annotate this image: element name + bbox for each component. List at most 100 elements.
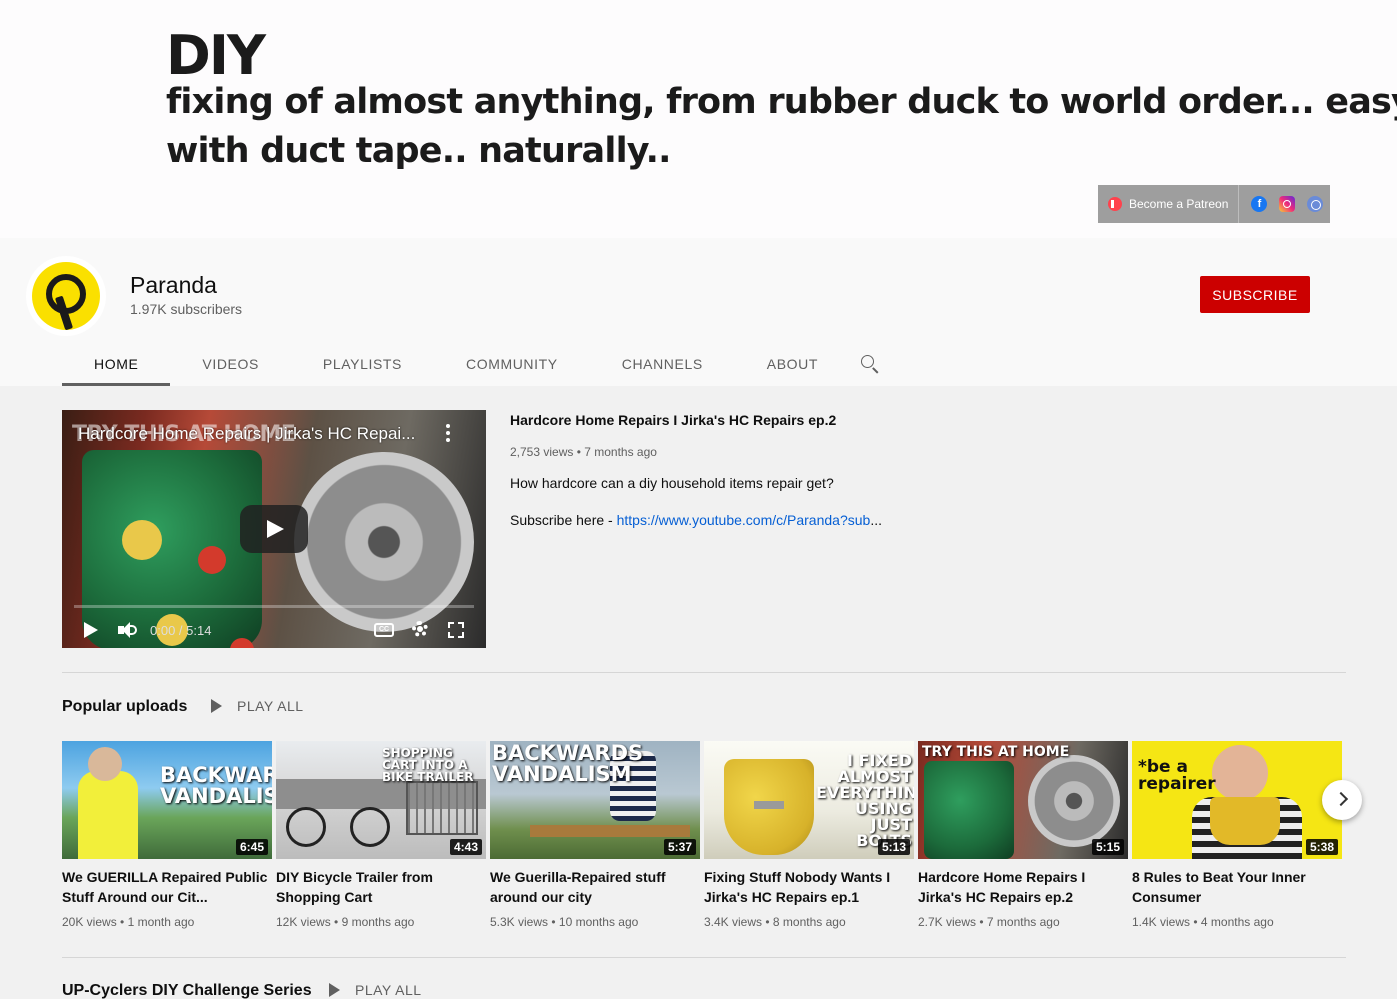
meta-separator: •	[330, 915, 342, 929]
links-divider	[1238, 185, 1240, 223]
tab-videos[interactable]: VIDEOS	[170, 342, 291, 386]
video-age: 8 months ago	[772, 915, 846, 929]
shelf-next-arrow-icon[interactable]	[1322, 780, 1362, 820]
channel-banner: DIY fixing of almost anything, from rubb…	[0, 0, 1397, 238]
banner-tagline-line1: fixing of almost anything, from rubber d…	[166, 82, 1397, 122]
fullscreen-icon[interactable]	[448, 622, 464, 638]
video-title[interactable]: We Guerilla-Repaired stuff around our ci…	[490, 867, 700, 907]
meta-separator: •	[116, 915, 128, 929]
section-divider	[62, 957, 1346, 958]
play-all-button[interactable]: PLAY ALL	[211, 698, 304, 714]
progress-bar[interactable]	[74, 605, 474, 608]
video-duration: 4:43	[449, 839, 482, 855]
video-views: 3.4K views	[704, 915, 763, 929]
video-thumbnail[interactable]: BACKWARDS VANDALISM 6:45	[62, 741, 272, 859]
settings-gear-icon[interactable]	[412, 621, 428, 637]
video-thumbnail[interactable]: I FIXED ALMOST EVERYTHING USING JUST BOL…	[704, 741, 914, 859]
tab-home[interactable]: HOME	[62, 342, 171, 386]
video-thumbnail[interactable]: TRY THIS AT HOME 5:15	[918, 741, 1128, 859]
play-all-label: PLAY ALL	[355, 982, 422, 998]
subscribe-button[interactable]: SUBSCRIBE	[1200, 276, 1310, 313]
video-views: 5.3K views	[490, 915, 549, 929]
channel-name: Paranda	[130, 272, 217, 298]
play-all-icon	[211, 699, 222, 713]
video-title[interactable]: 8 Rules to Beat Your Inner Consumer	[1132, 867, 1342, 907]
meta-separator: •	[548, 915, 559, 929]
thumbnail-text: I FIXED ALMOST EVERYTHING USING JUST BOL…	[816, 751, 914, 849]
meta-separator: •	[762, 915, 773, 929]
featured-video-player[interactable]: TRY THIS AT HOME Hardcore Home Repairs |…	[62, 410, 486, 648]
video-age: 4 months ago	[1200, 915, 1274, 929]
video-duration: 5:37	[663, 839, 696, 855]
patreon-icon	[1108, 197, 1122, 211]
play-all-button[interactable]: PLAY ALL	[329, 982, 422, 998]
subscribe-ellipsis: ...	[870, 512, 882, 528]
video-card[interactable]: I FIXED ALMOST EVERYTHING USING JUST BOL…	[704, 741, 914, 929]
shelf-title-upcyclers[interactable]: UP-Cyclers DIY Challenge Series	[62, 982, 312, 999]
video-card[interactable]: BACKWARDS VANDALISM 5:37 We Guerilla-Rep…	[490, 741, 700, 929]
video-meta: 2.7K views • 7 months ago	[918, 915, 1128, 929]
banner-tagline-line2: with duct tape.. naturally..	[166, 131, 671, 171]
shelf-title-popular[interactable]: Popular uploads	[62, 698, 187, 716]
large-play-button[interactable]	[240, 505, 308, 553]
featured-video-title[interactable]: Hardcore Home Repairs I Jirka's HC Repai…	[510, 412, 1010, 428]
subscribe-link[interactable]: https://www.youtube.com/c/Paranda?sub	[617, 512, 871, 528]
video-thumbnail[interactable]: BACKWARDS VANDALISM 5:37	[490, 741, 700, 859]
banner-links: Become a Patreon f	[1098, 185, 1330, 223]
video-views: 12K views	[276, 915, 331, 929]
video-duration: 5:13	[877, 839, 910, 855]
video-duration: 5:15	[1091, 839, 1124, 855]
channel-avatar[interactable]	[26, 256, 106, 336]
banner-heading: DIY	[166, 24, 266, 87]
patreon-link[interactable]: Become a Patreon	[1098, 185, 1238, 223]
popular-uploads-row: BACKWARDS VANDALISM 6:45 We GUERILLA Rep…	[62, 741, 1352, 941]
video-age: 7 months ago	[986, 915, 1060, 929]
thumbnail-text: *be a repairer	[1138, 757, 1216, 794]
volume-icon[interactable]	[118, 622, 138, 638]
subscriber-count: 1.97K subscribers	[130, 301, 243, 317]
time-display: 0:00 / 5:14	[150, 623, 212, 638]
play-all-label: PLAY ALL	[237, 698, 304, 714]
video-card[interactable]: *be a repairer 5:38 8 Rules to Beat Your…	[1132, 741, 1342, 929]
video-title[interactable]: DIY Bicycle Trailer from Shopping Cart	[276, 867, 486, 907]
player-title[interactable]: Hardcore Home Repairs | Jirka's HC Repai…	[78, 424, 415, 444]
website-icon[interactable]	[1307, 196, 1324, 212]
video-title[interactable]: Fixing Stuff Nobody Wants I Jirka's HC R…	[704, 867, 914, 907]
video-meta: 3.4K views • 8 months ago	[704, 915, 914, 929]
play-icon[interactable]	[84, 622, 98, 638]
instagram-icon[interactable]	[1279, 196, 1296, 212]
video-meta: 1.4K views • 4 months ago	[1132, 915, 1342, 929]
channel-header: Paranda 1.97K subscribers SUBSCRIBE HOME…	[0, 238, 1397, 386]
video-title[interactable]: We GUERILLA Repaired Public Stuff Around…	[62, 867, 272, 907]
thumbnail-text: TRY THIS AT HOME	[922, 744, 1070, 760]
tab-channels[interactable]: CHANNELS	[590, 342, 735, 386]
tab-about[interactable]: ABOUT	[735, 342, 850, 386]
thumbnail-text: SHOPPING CART INTO A BIKE TRAILER	[382, 746, 474, 784]
video-card[interactable]: BACKWARDS VANDALISM 6:45 We GUERILLA Rep…	[62, 741, 272, 929]
subscribe-prefix: Subscribe here -	[510, 512, 617, 528]
video-thumbnail[interactable]: *be a repairer 5:38	[1132, 741, 1342, 859]
video-age: 9 months ago	[341, 915, 415, 929]
video-duration: 6:45	[235, 839, 268, 855]
video-views: 1.4K views	[1132, 915, 1191, 929]
video-thumbnail[interactable]: SHOPPING CART INTO A BIKE TRAILER 4:43	[276, 741, 486, 859]
facebook-icon[interactable]: f	[1251, 196, 1268, 212]
video-card[interactable]: SHOPPING CART INTO A BIKE TRAILER 4:43 D…	[276, 741, 486, 929]
video-meta: 5.3K views • 10 months ago	[490, 915, 700, 929]
video-title[interactable]: Hardcore Home Repairs I Jirka's HC Repai…	[918, 867, 1128, 907]
video-views: 20K views	[62, 915, 117, 929]
tab-playlists[interactable]: PLAYLISTS	[291, 342, 434, 386]
more-options-icon[interactable]	[444, 424, 452, 444]
video-views: 2.7K views	[918, 915, 977, 929]
tab-community[interactable]: COMMUNITY	[434, 342, 590, 386]
video-meta: 12K views • 9 months ago	[276, 915, 486, 929]
video-card[interactable]: TRY THIS AT HOME 5:15 Hardcore Home Repa…	[918, 741, 1128, 929]
featured-video-description: How hardcore can a diy household items r…	[510, 475, 834, 491]
video-age: 10 months ago	[558, 915, 639, 929]
thumbnail-text: BACKWARDS VANDALISM	[492, 741, 644, 786]
captions-icon[interactable]: CC	[374, 623, 394, 637]
avatar-logo	[32, 262, 100, 331]
thumbnail-text: BACKWARDS VANDALISM	[160, 763, 272, 808]
search-icon[interactable]	[858, 352, 880, 374]
featured-video-info: Hardcore Home Repairs I Jirka's HC Repai…	[510, 410, 1010, 528]
